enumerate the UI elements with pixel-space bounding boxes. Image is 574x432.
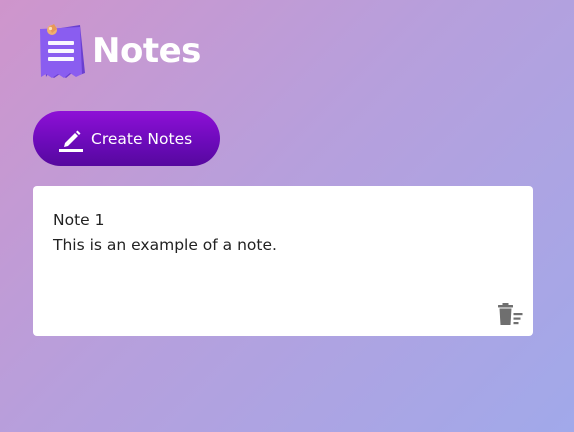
note-line: Note 1 (53, 211, 105, 229)
note-content[interactable]: Note 1 This is an example of a note. (53, 208, 513, 258)
pencil-icon (58, 126, 84, 152)
trash-icon[interactable] (497, 303, 523, 327)
notepad-icon (36, 21, 88, 81)
note-line: This is an example of a note. (53, 236, 277, 254)
app-header: Notes (36, 20, 201, 82)
note-card[interactable]: Note 1 This is an example of a note. (33, 186, 533, 336)
create-notes-button[interactable]: Create Notes (33, 111, 220, 166)
page-title: Notes (92, 31, 201, 71)
create-notes-label: Create Notes (91, 129, 193, 148)
